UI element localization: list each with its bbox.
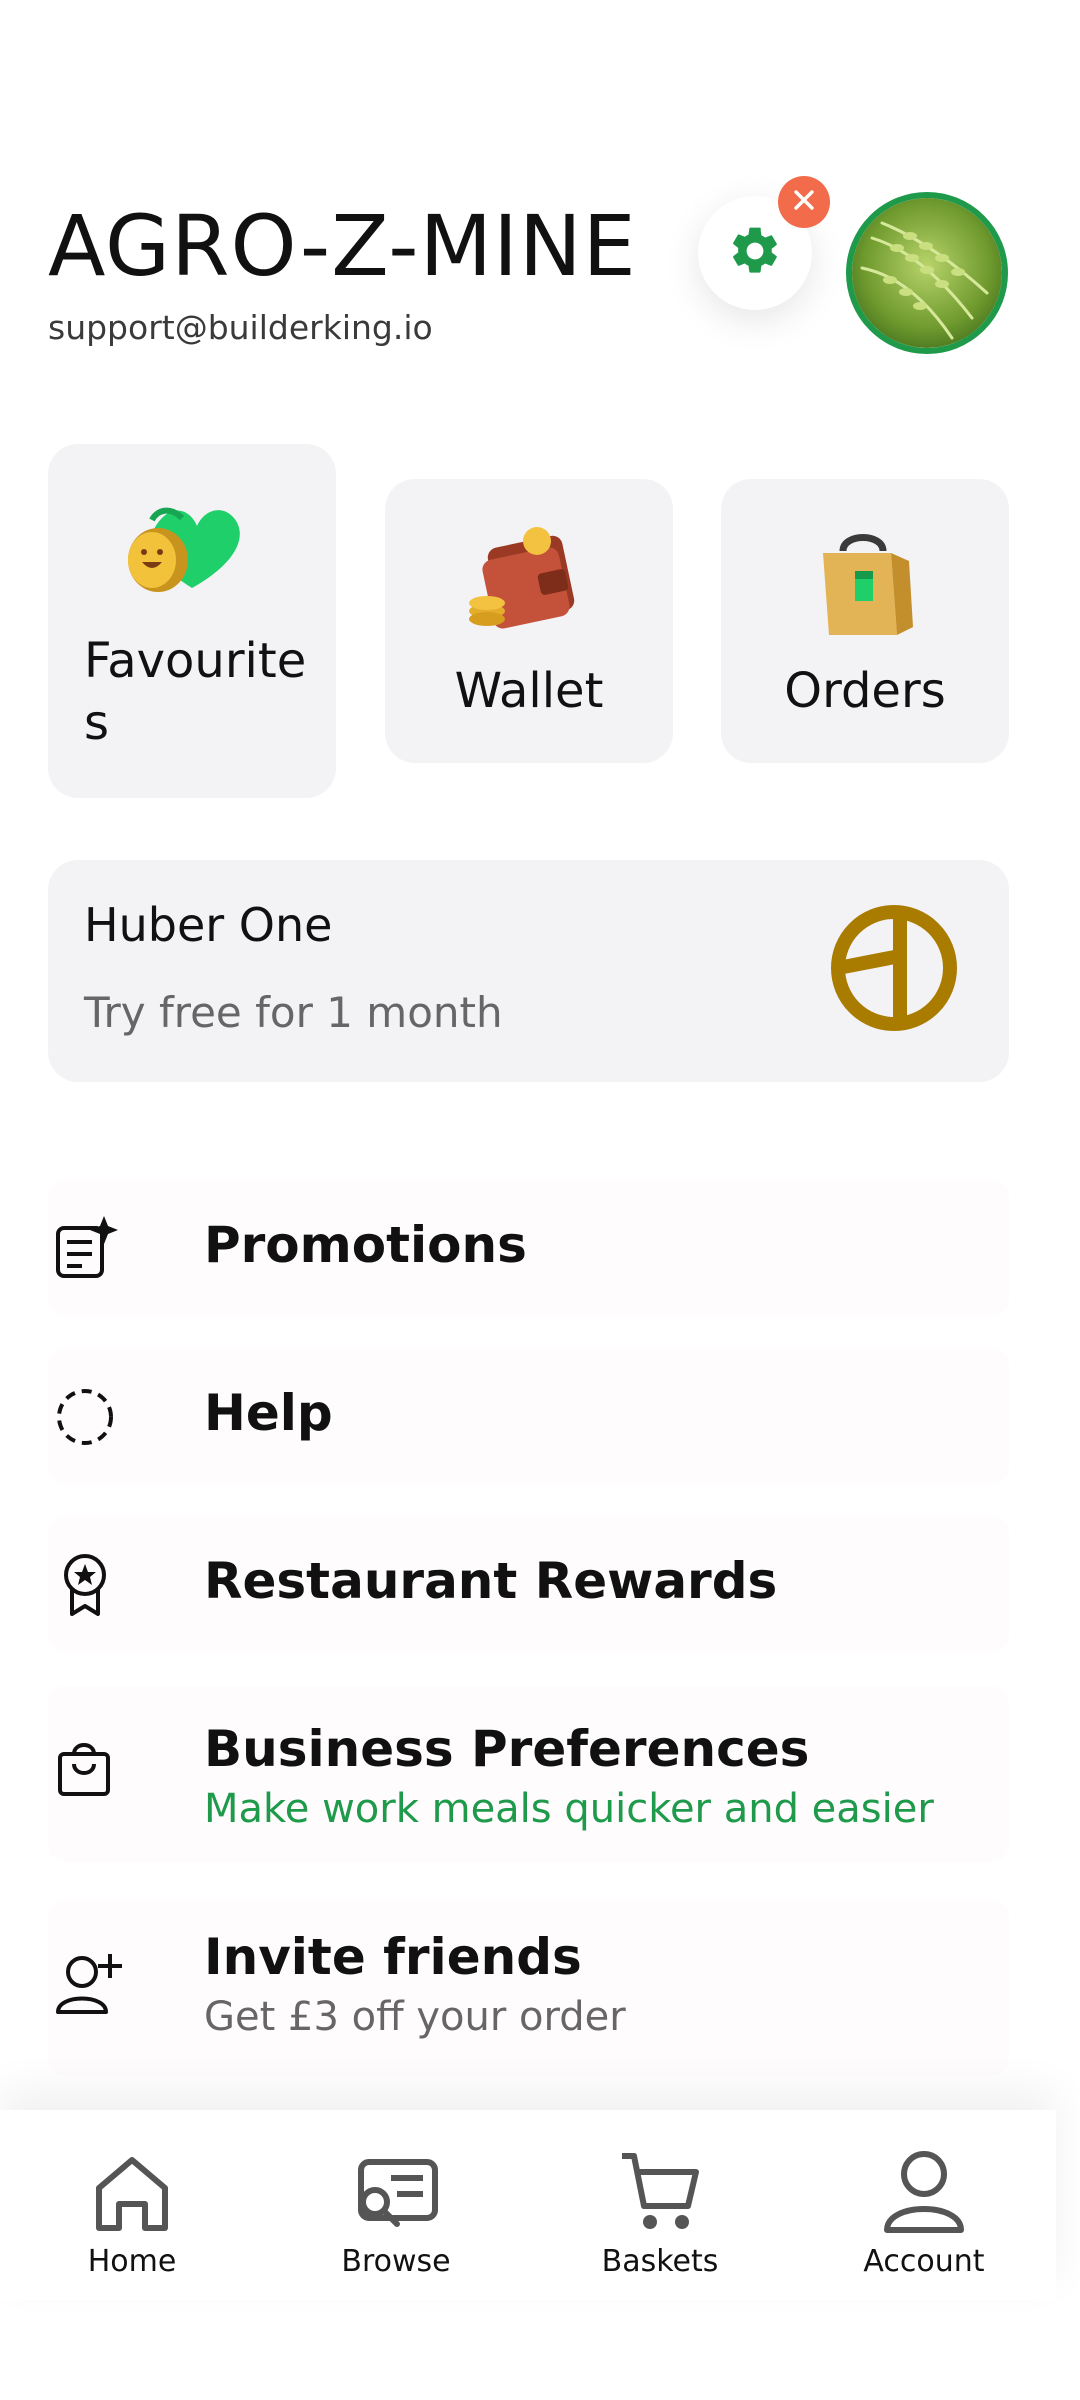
menu-item-promotions[interactable]: Promotions — [48, 1180, 1009, 1316]
close-icon — [791, 187, 817, 217]
menu-item-business-preferences[interactable]: Business Preferences Make work meals qui… — [48, 1686, 1009, 1862]
wallet-label: Wallet — [454, 663, 604, 719]
nav-baskets-label: Baskets — [601, 2244, 719, 2279]
user-email: support@builderking.io — [48, 308, 433, 347]
bottom-navigation: Home Browse Baskets Account — [0, 2110, 1056, 2300]
menu-item-label: Restaurant Rewards — [204, 1552, 778, 1610]
menu-item-label: Business Preferences — [204, 1720, 810, 1778]
menu-item-help[interactable]: Help — [48, 1348, 1009, 1484]
rewards-icon — [60, 1552, 110, 1622]
home-icon — [93, 2144, 171, 2234]
menu-item-label: Invite friends — [204, 1928, 582, 1986]
nav-browse-label: Browse — [341, 2244, 451, 2279]
menu-item-subtitle: Get £3 off your order — [204, 1994, 626, 2040]
nav-account-label: Account — [863, 2244, 985, 2279]
nav-home-label: Home — [87, 2244, 177, 2279]
cart-icon — [618, 2144, 702, 2234]
orders-label: Orders — [784, 663, 946, 719]
huber-one-subtitle: Try free for 1 month — [84, 988, 503, 1037]
menu-item-label: Help — [204, 1384, 333, 1442]
account-icon — [883, 2144, 965, 2234]
menu-item-invite-friends[interactable]: Invite friends Get £3 off your order — [48, 1900, 1009, 2076]
huber-one-logo-icon — [830, 904, 958, 1036]
avatar[interactable] — [846, 192, 1008, 354]
add-user-icon — [54, 1950, 124, 2020]
wallet-icon — [465, 523, 585, 637]
huber-one-title: Huber One — [84, 898, 333, 952]
wallet-tile[interactable]: Wallet — [385, 479, 673, 763]
favourites-label: Favourite s — [84, 633, 307, 751]
nav-browse[interactable]: Browse — [296, 2110, 496, 2300]
help-icon — [54, 1386, 116, 1452]
page-title: AGRO-Z-MINE — [48, 197, 637, 295]
close-badge-button[interactable] — [778, 176, 830, 228]
favourites-tile[interactable]: Favourite s — [48, 444, 336, 798]
orders-tile[interactable]: Orders — [721, 479, 1009, 763]
nav-baskets[interactable]: Baskets — [560, 2110, 760, 2300]
shopping-bag-icon — [813, 523, 917, 647]
nav-account[interactable]: Account — [824, 2110, 1024, 2300]
promotions-icon — [54, 1214, 120, 1284]
huber-one-card[interactable]: Huber One Try free for 1 month — [48, 860, 1009, 1082]
heart-coin-icon — [122, 488, 262, 602]
menu-item-label: Promotions — [204, 1216, 527, 1274]
bag-icon — [56, 1738, 112, 1802]
gear-icon — [727, 223, 783, 283]
browse-icon — [353, 2144, 439, 2234]
menu-item-subtitle: Make work meals quicker and easier — [204, 1786, 934, 1832]
menu-item-restaurant-rewards[interactable]: Restaurant Rewards — [48, 1516, 1009, 1652]
nav-home[interactable]: Home — [32, 2110, 232, 2300]
